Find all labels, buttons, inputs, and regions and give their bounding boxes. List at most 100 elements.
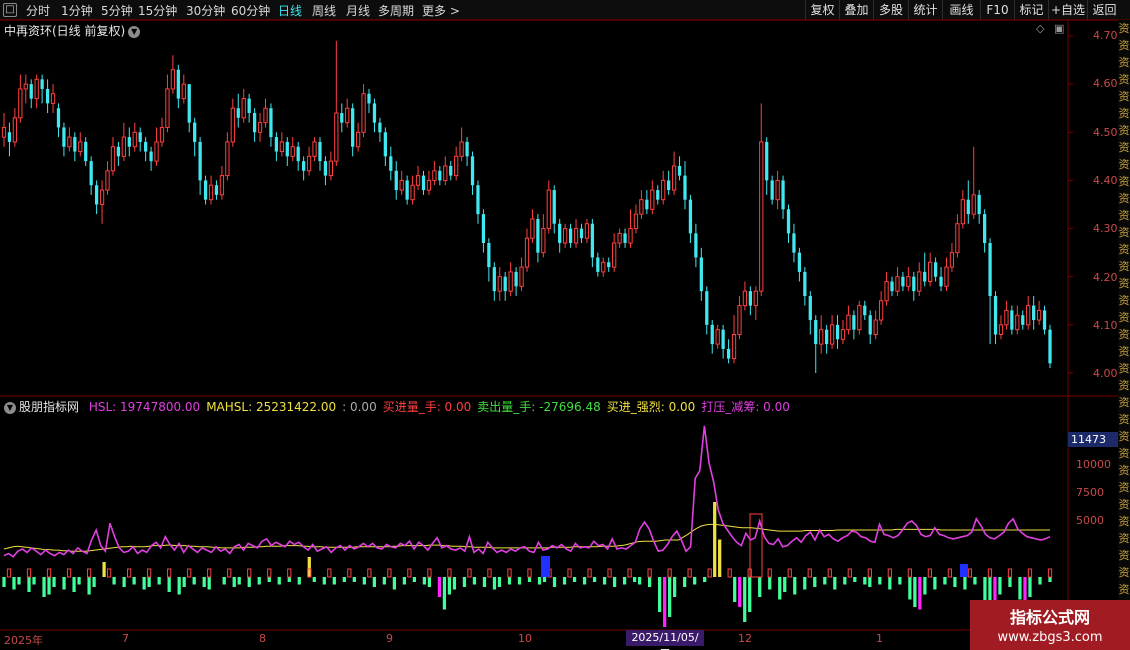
candle-body (825, 329, 829, 345)
right-info-strip[interactable]: 资资资资资资资资资资资资资资资资资资资资资资资资资资资资资资资资资资 (1118, 20, 1130, 632)
sell-bar (693, 577, 697, 585)
sell-bar (998, 577, 1002, 595)
sell-bar (918, 577, 922, 610)
candle-body (116, 146, 121, 157)
candle-body (988, 243, 992, 296)
candle-body (378, 122, 382, 133)
sell-bar (843, 577, 847, 585)
sell-bar (352, 577, 356, 582)
watermark: 指标公式网 www.zbgs3.com (970, 600, 1130, 650)
candle-body (121, 136, 126, 157)
candle-body (645, 199, 649, 210)
sell-bar (582, 577, 587, 585)
sell-bar (878, 577, 882, 585)
volume-outline (207, 568, 212, 578)
sell-bar (1038, 577, 1042, 585)
candle-body (688, 199, 693, 234)
sell-bar (177, 577, 181, 595)
info-strip-glyph: 资 (1118, 56, 1130, 69)
candle-body (285, 141, 289, 157)
candle-body (944, 266, 949, 287)
sell-bar (1008, 577, 1012, 587)
sell-bar (517, 577, 522, 585)
volume-outline (347, 568, 352, 578)
volume-outline (467, 568, 472, 578)
candle-body (67, 136, 72, 148)
candle-body (306, 155, 312, 172)
candle-body (536, 218, 540, 253)
sell-bar (132, 577, 136, 585)
date-axis-label: 7 (122, 632, 129, 645)
candle-body (607, 262, 611, 268)
sell-bar (257, 577, 261, 585)
sell-bar (758, 577, 762, 597)
candle-body (34, 78, 39, 100)
volume-outline (707, 568, 712, 578)
candle-body (269, 108, 273, 138)
candle-body (290, 146, 295, 157)
sell-bar (452, 577, 457, 590)
candle-body (470, 156, 475, 186)
candle-body (29, 84, 33, 99)
sell-bar (27, 577, 31, 592)
candle-body (759, 141, 764, 292)
candle-body (361, 93, 366, 133)
volume-outline (66, 568, 72, 578)
candle-body (487, 243, 491, 268)
candle-body (579, 228, 584, 239)
watermark-url: www.zbgs3.com (997, 630, 1103, 645)
sell-bar (668, 577, 672, 617)
info-strip-glyph: 资 (1118, 345, 1130, 358)
candle-body (7, 132, 12, 142)
sell-bar (602, 577, 607, 585)
sell-bar (612, 577, 617, 587)
sell-bar (552, 577, 557, 587)
sell-bar (192, 577, 196, 585)
candle-body (432, 170, 437, 181)
info-strip-glyph: 资 (1118, 209, 1130, 222)
sell-bar (277, 577, 281, 585)
candle-body (193, 122, 197, 142)
volume-outline (627, 568, 632, 578)
candle-body (257, 122, 263, 133)
candle-body (623, 233, 627, 244)
candle-body (443, 165, 448, 181)
info-strip-glyph: 资 (1118, 192, 1130, 205)
candle-body (829, 324, 835, 345)
candle-body (731, 333, 737, 360)
candle-body (546, 189, 551, 230)
candle-body (1004, 309, 1009, 326)
info-strip-glyph: 资 (1118, 328, 1130, 341)
candle-body (803, 271, 807, 296)
sell-bar (1018, 577, 1022, 600)
candle-body (901, 276, 905, 287)
volume-outline (927, 568, 933, 578)
blue-bar (960, 564, 968, 577)
candle-body (334, 112, 339, 162)
sell-bar (823, 577, 827, 585)
sell-bar (542, 577, 547, 582)
chart-canvas[interactable] (0, 0, 1130, 650)
candle-body (159, 126, 165, 143)
candle-body (208, 184, 214, 201)
candle-body (786, 209, 791, 234)
candle-body (857, 305, 862, 331)
date-axis-label: 12 (738, 632, 752, 645)
sell-bar (17, 577, 21, 585)
chevron-down-icon[interactable]: ▼ (4, 401, 16, 414)
candle-body (176, 69, 180, 99)
candle-body (351, 108, 355, 147)
sell-bar (497, 577, 502, 587)
sell-bar (427, 577, 432, 587)
sell-bar (122, 577, 126, 587)
candle-body (73, 137, 77, 152)
sell-bar (973, 577, 977, 585)
info-strip-glyph: 资 (1118, 515, 1130, 528)
sell-bar (322, 577, 326, 585)
candle-body (884, 281, 889, 302)
candle-body (132, 131, 137, 148)
candle-body (705, 291, 709, 325)
sell-bar (793, 577, 797, 595)
candle-body (573, 228, 579, 244)
volume-outline (227, 568, 232, 578)
